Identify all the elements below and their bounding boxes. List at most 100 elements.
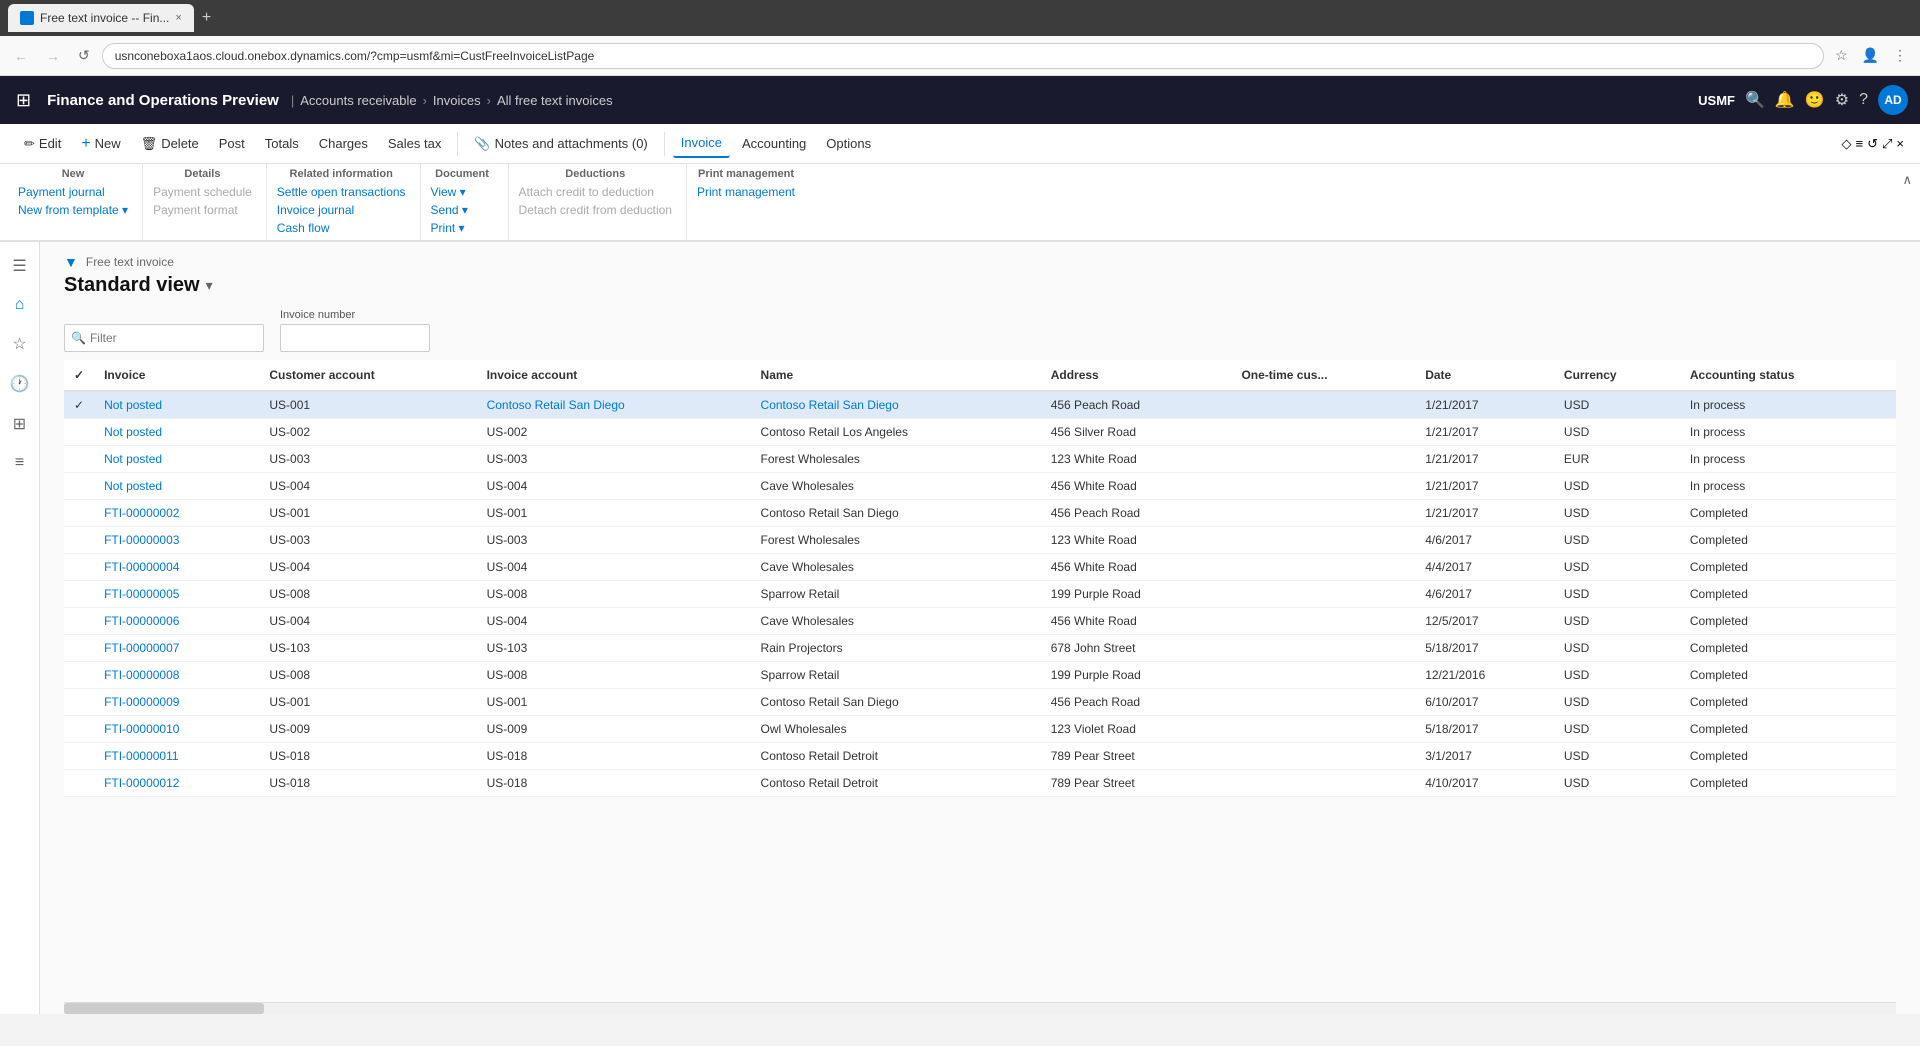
table-row[interactable]: FTI-00000010 US-009 US-009 Owl Wholesale… (64, 716, 1896, 743)
row-checkbox[interactable] (64, 473, 94, 500)
table-row[interactable]: FTI-00000006 US-004 US-004 Cave Wholesal… (64, 608, 1896, 635)
invoice-link[interactable]: FTI-00000003 (104, 533, 179, 547)
col-one-time[interactable]: One-time cus... (1231, 360, 1415, 391)
edit-button[interactable]: ✏ Edit (16, 130, 69, 158)
row-checkbox[interactable] (64, 608, 94, 635)
home-icon[interactable]: ⌂ (9, 290, 31, 320)
invoice-link[interactable]: FTI-00000007 (104, 641, 179, 655)
back-button[interactable]: ← (8, 44, 34, 68)
send-item[interactable]: Send ▾ (429, 202, 496, 218)
cell-invoice[interactable]: FTI-00000002 (94, 500, 259, 527)
table-row[interactable]: Not posted US-002 US-002 Contoso Retail … (64, 419, 1896, 446)
invoice-journal-item[interactable]: Invoice journal (275, 202, 408, 218)
favorites-icon[interactable]: ☆ (6, 328, 32, 360)
charges-button[interactable]: Charges (311, 130, 376, 157)
row-checkbox[interactable] (64, 716, 94, 743)
waffle-menu-icon[interactable]: ⊞ (12, 86, 35, 115)
table-row[interactable]: FTI-00000003 US-003 US-003 Forest Wholes… (64, 527, 1896, 554)
row-checkbox[interactable] (64, 581, 94, 608)
user-avatar[interactable]: AD (1878, 85, 1908, 115)
settings-icon[interactable]: ⚙ (1835, 90, 1849, 110)
name-link[interactable]: Contoso Retail San Diego (487, 398, 625, 412)
row-checkbox[interactable] (64, 743, 94, 770)
col-status[interactable]: Accounting status (1680, 360, 1896, 391)
table-row[interactable]: Not posted US-003 US-003 Forest Wholesal… (64, 446, 1896, 473)
invoice-link[interactable]: FTI-00000012 (104, 776, 179, 790)
menu-icon[interactable]: ⋮ (1888, 44, 1912, 67)
cell-invoice[interactable]: FTI-00000012 (94, 770, 259, 797)
table-row[interactable]: FTI-00000004 US-004 US-004 Cave Wholesal… (64, 554, 1896, 581)
table-row[interactable]: ✓ Not posted US-001 Contoso Retail San D… (64, 391, 1896, 419)
new-from-template-item[interactable]: New from template ▾ (16, 202, 130, 218)
close-panel-icon[interactable]: × (1896, 136, 1904, 152)
col-invoice-account[interactable]: Invoice account (477, 360, 751, 391)
sales-tax-button[interactable]: Sales tax (380, 130, 449, 157)
table-row[interactable]: Not posted US-004 US-004 Cave Wholesales… (64, 473, 1896, 500)
invoice-link[interactable]: Not posted (104, 398, 162, 412)
col-address[interactable]: Address (1041, 360, 1232, 391)
notes-button[interactable]: 📎 Notes and attachments (0) (466, 130, 655, 158)
options-button[interactable]: Options (818, 130, 879, 157)
cell-invoice[interactable]: FTI-00000008 (94, 662, 259, 689)
list-icon[interactable]: ≡ (1856, 136, 1864, 152)
cash-flow-item[interactable]: Cash flow (275, 220, 408, 236)
cell-invoice[interactable]: FTI-00000011 (94, 743, 259, 770)
address-bar[interactable] (102, 43, 1824, 69)
totals-button[interactable]: Totals (257, 130, 307, 157)
select-all-header[interactable]: ✓ (64, 360, 94, 391)
invoice-link[interactable]: FTI-00000002 (104, 506, 179, 520)
table-row[interactable]: FTI-00000007 US-103 US-103 Rain Projecto… (64, 635, 1896, 662)
breadcrumb-invoices[interactable]: Invoices (433, 93, 481, 108)
company-selector[interactable]: USMF (1698, 93, 1735, 108)
cell-invoice[interactable]: FTI-00000004 (94, 554, 259, 581)
cell-invoice[interactable]: FTI-00000006 (94, 608, 259, 635)
invoice-link[interactable]: FTI-00000004 (104, 560, 179, 574)
row-checkbox[interactable] (64, 635, 94, 662)
cell-invoice[interactable]: FTI-00000003 (94, 527, 259, 554)
sync-icon[interactable]: ↺ (1867, 136, 1878, 152)
workspaces-icon[interactable]: ⊞ (7, 408, 32, 440)
table-row[interactable]: FTI-00000008 US-008 US-008 Sparrow Retai… (64, 662, 1896, 689)
invoice-link[interactable]: Not posted (104, 425, 162, 439)
row-checkbox[interactable] (64, 554, 94, 581)
invoice-link[interactable]: Not posted (104, 452, 162, 466)
cell-invoice[interactable]: Not posted (94, 473, 259, 500)
invoice-link[interactable]: FTI-00000006 (104, 614, 179, 628)
invoice-number-input[interactable] (280, 324, 430, 352)
invoice-link[interactable]: FTI-00000010 (104, 722, 179, 736)
ribbon-collapse-button[interactable]: ∧ (1902, 172, 1912, 188)
browser-tab[interactable]: Free text invoice -- Fin... × (8, 4, 194, 32)
fullscreen-icon[interactable]: ⤢ (1882, 136, 1892, 152)
bell-icon[interactable]: 🔔 (1775, 90, 1795, 110)
invoice-tab-button[interactable]: Invoice (673, 129, 730, 158)
table-row[interactable]: FTI-00000011 US-018 US-018 Contoso Retai… (64, 743, 1896, 770)
cell-invoice[interactable]: FTI-00000009 (94, 689, 259, 716)
modules-icon[interactable]: ≡ (9, 448, 30, 478)
feedback-icon[interactable]: 🙂 (1805, 90, 1825, 110)
table-row[interactable]: FTI-00000009 US-001 US-001 Contoso Retai… (64, 689, 1896, 716)
invoice-link[interactable]: FTI-00000008 (104, 668, 179, 682)
new-button[interactable]: + New (73, 129, 128, 159)
row-checkbox[interactable] (64, 689, 94, 716)
bookmark-star-icon[interactable]: ☆ (1830, 44, 1853, 67)
print-item[interactable]: Print ▾ (429, 220, 496, 236)
invoice-link[interactable]: FTI-00000011 (104, 749, 179, 763)
accounting-button[interactable]: Accounting (734, 130, 814, 157)
refresh-button[interactable]: ↺ (72, 43, 96, 68)
print-management-item[interactable]: Print management (695, 184, 797, 200)
view-dropdown-icon[interactable]: ▾ (206, 277, 213, 294)
row-checkbox[interactable] (64, 770, 94, 797)
search-icon[interactable]: 🔍 (1745, 90, 1765, 110)
delete-button[interactable]: 🗑 Delete (133, 130, 207, 158)
col-customer-account[interactable]: Customer account (259, 360, 476, 391)
payment-journal-item[interactable]: Payment journal (16, 184, 130, 200)
row-checkbox[interactable] (64, 662, 94, 689)
profile-icon[interactable]: 👤 (1857, 44, 1884, 67)
col-name[interactable]: Name (751, 360, 1041, 391)
help-icon[interactable]: ? (1859, 91, 1868, 109)
cell-invoice[interactable]: Not posted (94, 391, 259, 419)
row-checkbox[interactable] (64, 419, 94, 446)
cell-invoice[interactable]: Not posted (94, 419, 259, 446)
col-currency[interactable]: Currency (1554, 360, 1680, 391)
filter-input[interactable] (90, 331, 257, 345)
